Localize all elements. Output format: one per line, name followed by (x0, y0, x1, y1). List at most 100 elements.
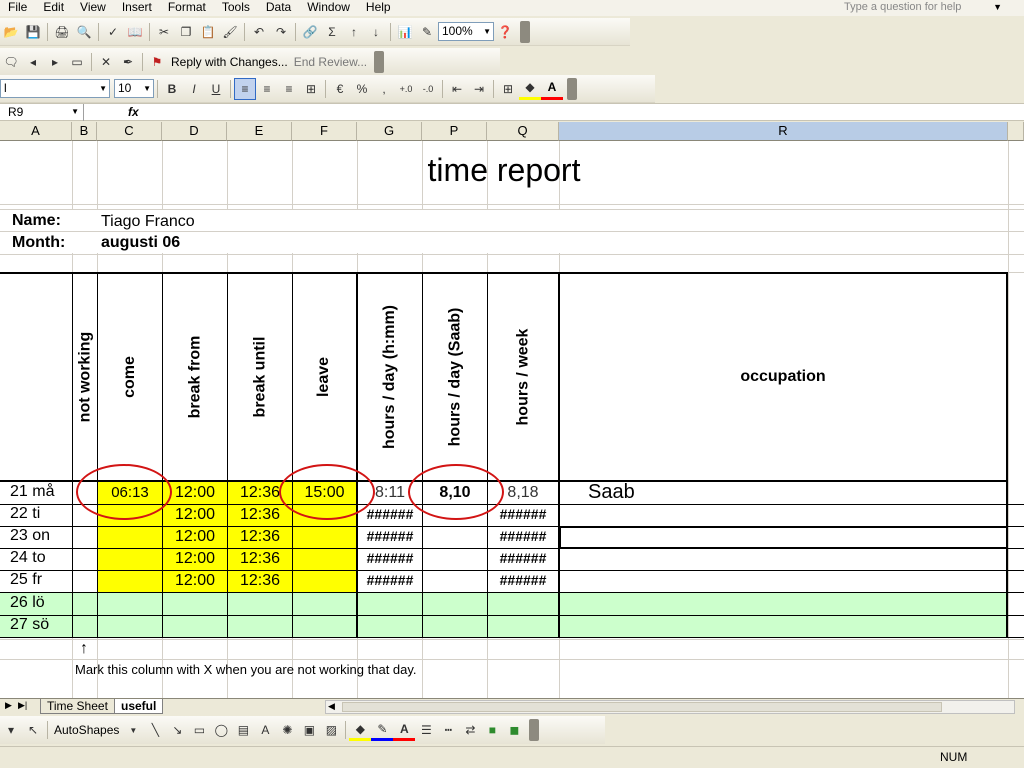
toolbar-options-handle[interactable] (529, 719, 540, 741)
paste-icon[interactable]: 📋 (197, 21, 219, 43)
select-objects-icon[interactable]: ↖ (22, 719, 44, 741)
toolbar-options-handle[interactable] (567, 77, 577, 100)
arrow-icon[interactable]: ↘ (166, 719, 188, 741)
redo-icon[interactable]: ↷ (270, 21, 292, 43)
draw-menu-icon[interactable]: ▾ (0, 719, 22, 741)
previous-comment-icon[interactable]: ◂ (22, 51, 44, 73)
end-review-button[interactable]: End Review... (291, 55, 370, 69)
text-box-icon[interactable]: ▤ (232, 719, 254, 741)
spelling-icon[interactable]: ✓ (102, 21, 124, 43)
currency-icon[interactable]: € (329, 78, 351, 100)
arrow-style-icon[interactable]: ⇄ (459, 719, 481, 741)
cell-break-until[interactable]: 12:36 (228, 506, 292, 524)
cell-break-from[interactable]: 12:00 (163, 484, 227, 502)
column-header-e[interactable]: E (227, 122, 292, 141)
column-header-a[interactable]: A (0, 122, 72, 141)
decrease-decimal-icon[interactable]: -.0 (417, 78, 439, 100)
save-icon[interactable]: 💾 (22, 21, 44, 43)
scrollbar-thumb[interactable] (342, 702, 942, 712)
oval-icon[interactable]: ◯ (210, 719, 232, 741)
selected-cell-r9[interactable] (560, 527, 1007, 548)
next-comment-icon[interactable]: ▸ (44, 51, 66, 73)
tab-scroll-last-icon[interactable]: ▶| (18, 700, 27, 711)
percent-button[interactable]: % (351, 78, 373, 100)
font-size-select[interactable]: 10 ▼ (114, 79, 154, 98)
research-icon[interactable]: 📖 (124, 21, 146, 43)
cell-hours-week[interactable]: ###### (488, 550, 558, 566)
cell-hours-week[interactable]: ###### (488, 572, 558, 588)
ink-annotation-icon[interactable]: ✒ (117, 51, 139, 73)
sort-descending-icon[interactable]: ↓ (365, 21, 387, 43)
cell-hours-hmm[interactable]: ###### (358, 506, 422, 522)
align-left-icon[interactable]: ≡ (234, 77, 256, 100)
autosum-button[interactable]: Σ (321, 21, 343, 43)
print-icon[interactable]: 🖨 (51, 21, 73, 43)
column-header-c[interactable]: C (97, 122, 162, 141)
cut-icon[interactable]: ✂ (153, 21, 175, 43)
rectangle-icon[interactable]: ▭ (188, 719, 210, 741)
wordart-icon[interactable]: A (254, 719, 276, 741)
menu-edit[interactable]: Edit (35, 0, 72, 16)
sort-ascending-icon[interactable]: ↑ (343, 21, 365, 43)
column-header-d[interactable]: D (162, 122, 227, 141)
font-color-icon[interactable]: A (393, 719, 416, 741)
tab-time-sheet[interactable]: Time Sheet (40, 699, 115, 714)
cell-break-until[interactable]: 12:36 (228, 528, 292, 546)
horizontal-scrollbar[interactable]: ◀ (325, 700, 1015, 714)
zoom-select[interactable]: 100% ▼ (438, 22, 494, 41)
font-color-icon[interactable]: A (541, 78, 563, 100)
cell-break-until[interactable]: 12:36 (228, 572, 292, 590)
line-style-icon[interactable]: ☰ (415, 719, 437, 741)
dash-style-icon[interactable]: ┅ (437, 719, 459, 741)
help-icon[interactable]: ❓ (494, 21, 516, 43)
autoshapes-button[interactable]: AutoShapes (51, 723, 122, 737)
tab-useful[interactable]: useful (114, 699, 164, 714)
diagram-icon[interactable]: ✺ (276, 719, 298, 741)
cell-break-until[interactable]: 12:36 (228, 550, 292, 568)
format-painter-icon[interactable]: 🖌 (219, 21, 241, 43)
cell-break-from[interactable]: 12:00 (163, 506, 227, 524)
cell-hours-week[interactable]: ###### (488, 506, 558, 522)
underline-button[interactable]: U (205, 78, 227, 100)
bold-button[interactable]: B (161, 78, 183, 100)
column-header-f[interactable]: F (292, 122, 357, 141)
cell-hours-hmm[interactable]: ###### (358, 550, 422, 566)
clip-art-icon[interactable]: ▣ (298, 719, 320, 741)
picture-icon[interactable]: ▨ (320, 719, 342, 741)
italic-button[interactable]: I (183, 78, 205, 100)
align-right-icon[interactable]: ≡ (278, 78, 300, 100)
menu-help[interactable]: Help (358, 0, 399, 16)
comma-style-button[interactable]: , (373, 78, 395, 100)
merge-center-icon[interactable]: ⊞ (300, 78, 322, 100)
borders-icon[interactable]: ⊞ (497, 78, 519, 100)
cell-occupation[interactable]: Saab (588, 481, 635, 504)
3d-icon[interactable]: ◼ (503, 719, 525, 741)
fill-color-icon[interactable]: ◆ (519, 78, 541, 100)
menu-file[interactable]: File (0, 0, 35, 16)
shadow-icon[interactable]: ■ (481, 719, 503, 741)
open-icon[interactable]: 📂 (0, 21, 22, 43)
hyperlink-icon[interactable]: 🔗 (299, 21, 321, 43)
cell-hours-hmm[interactable]: ###### (358, 528, 422, 544)
cell-break-from[interactable]: 12:00 (163, 572, 227, 590)
new-comment-icon[interactable]: 🗨 (0, 51, 22, 73)
insert-function-button[interactable]: fx (128, 104, 139, 120)
menu-tools[interactable]: Tools (214, 0, 258, 16)
tab-scroll-next-icon[interactable]: ▶ (5, 700, 12, 711)
cell-hours-week[interactable]: ###### (488, 528, 558, 544)
column-header-g[interactable]: G (357, 122, 422, 141)
line-icon[interactable]: ╲ (144, 719, 166, 741)
menu-data[interactable]: Data (258, 0, 299, 16)
toolbar-options-handle[interactable] (520, 20, 530, 43)
fill-color-icon[interactable]: ◆ (349, 719, 372, 741)
column-header-p[interactable]: P (422, 122, 487, 141)
name-box[interactable]: R9 ▼ (0, 104, 84, 121)
show-comment-icon[interactable]: ▭ (66, 51, 88, 73)
cell-hours-hmm[interactable]: ###### (358, 572, 422, 588)
print-preview-icon[interactable]: 🔍 (73, 21, 95, 43)
worksheet-grid[interactable]: time report Name: Tiago Franco Month: au… (0, 141, 1024, 698)
increase-decimal-icon[interactable]: +.0 (395, 78, 417, 100)
menu-view[interactable]: View (72, 0, 114, 16)
chevron-down-icon[interactable]: ▼ (122, 719, 144, 741)
undo-icon[interactable]: ↶ (248, 21, 270, 43)
